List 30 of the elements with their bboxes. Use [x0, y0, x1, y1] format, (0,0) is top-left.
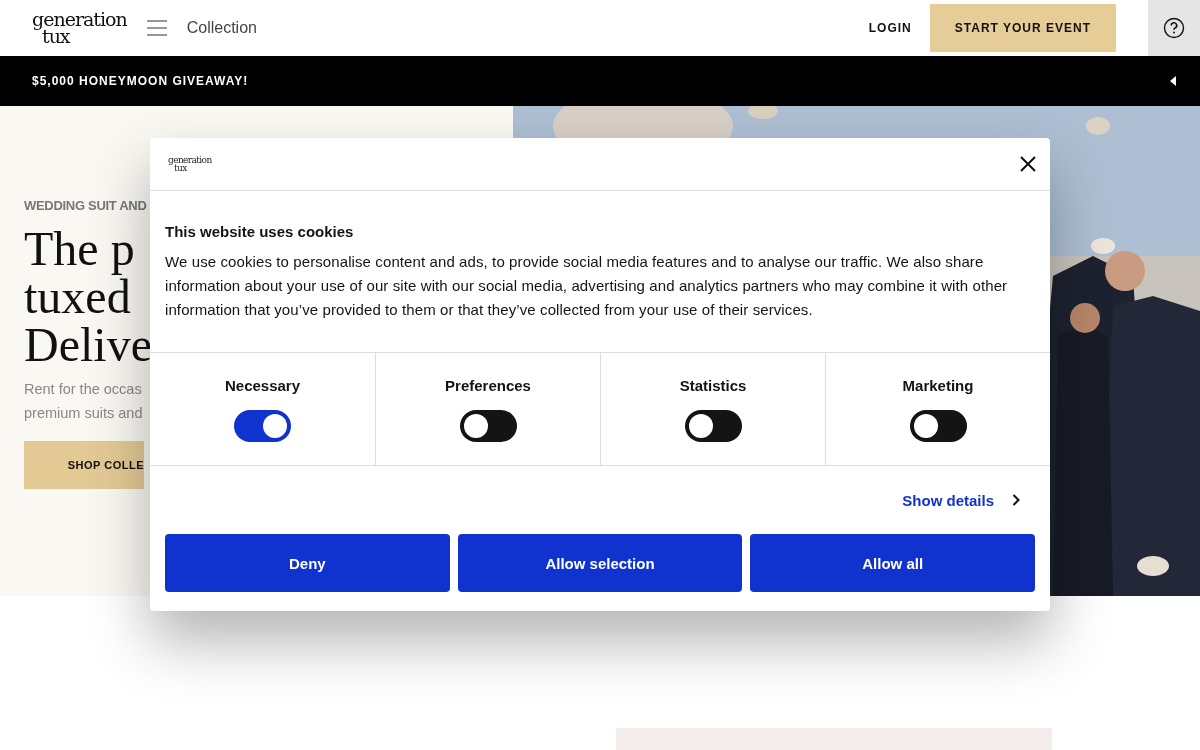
toggle-label: Preferences — [445, 376, 531, 394]
hero-subtitle: Rent for the occas premium suits and — [24, 380, 143, 423]
toggle-label: Statistics — [679, 376, 747, 394]
toggle-switch[interactable] — [459, 409, 517, 442]
toggle-switch[interactable] — [684, 409, 742, 442]
hero-title: The p tuxed Delive — [24, 225, 152, 369]
dialog-title: This website uses cookies — [165, 223, 355, 240]
help-icon — [1163, 17, 1185, 39]
nav-link[interactable]: Collection — [186, 19, 257, 37]
consent-button[interactable]: Allow selection — [457, 534, 743, 592]
login-link[interactable]: LOGIN — [868, 21, 912, 35]
toggle-label: Necessary — [224, 376, 301, 394]
menu-icon[interactable] — [146, 20, 167, 36]
help-button[interactable] — [1148, 0, 1200, 56]
consent-button[interactable]: Allow all — [750, 534, 1035, 592]
dialog-text: We use cookies to personalise content and ads, to provide social media features and to analyse our traffic. We also share information about your use of our site with our social media, advertising and analytics partners who may combine it with other information that you’ve provided to them or that they’ve collected from your use of their services. — [165, 252, 1009, 320]
close-icon[interactable] — [1020, 156, 1036, 172]
toggle-switch[interactable] — [909, 409, 967, 442]
logo[interactable]: generation tux — [32, 11, 127, 45]
hero-eyebrow: WEDDING SUIT AND — [24, 198, 147, 213]
chevron-icon[interactable] — [1012, 494, 1020, 506]
toggle-label: Marketing — [902, 376, 974, 394]
start-event-button[interactable]: START YOUR EVENT — [929, 4, 1116, 52]
show-details-link[interactable]: Show details — [902, 491, 994, 509]
toggle-switch[interactable] — [234, 409, 291, 442]
shop-button[interactable]: SHOP COLLE — [24, 441, 144, 489]
promo-text[interactable]: $5,000 HONEYMOON GIVEAWAY! — [32, 74, 249, 88]
dialog-logo: generation tux — [168, 156, 212, 172]
collapse-icon[interactable] — [1170, 76, 1176, 86]
consent-button[interactable]: Deny — [165, 534, 450, 592]
